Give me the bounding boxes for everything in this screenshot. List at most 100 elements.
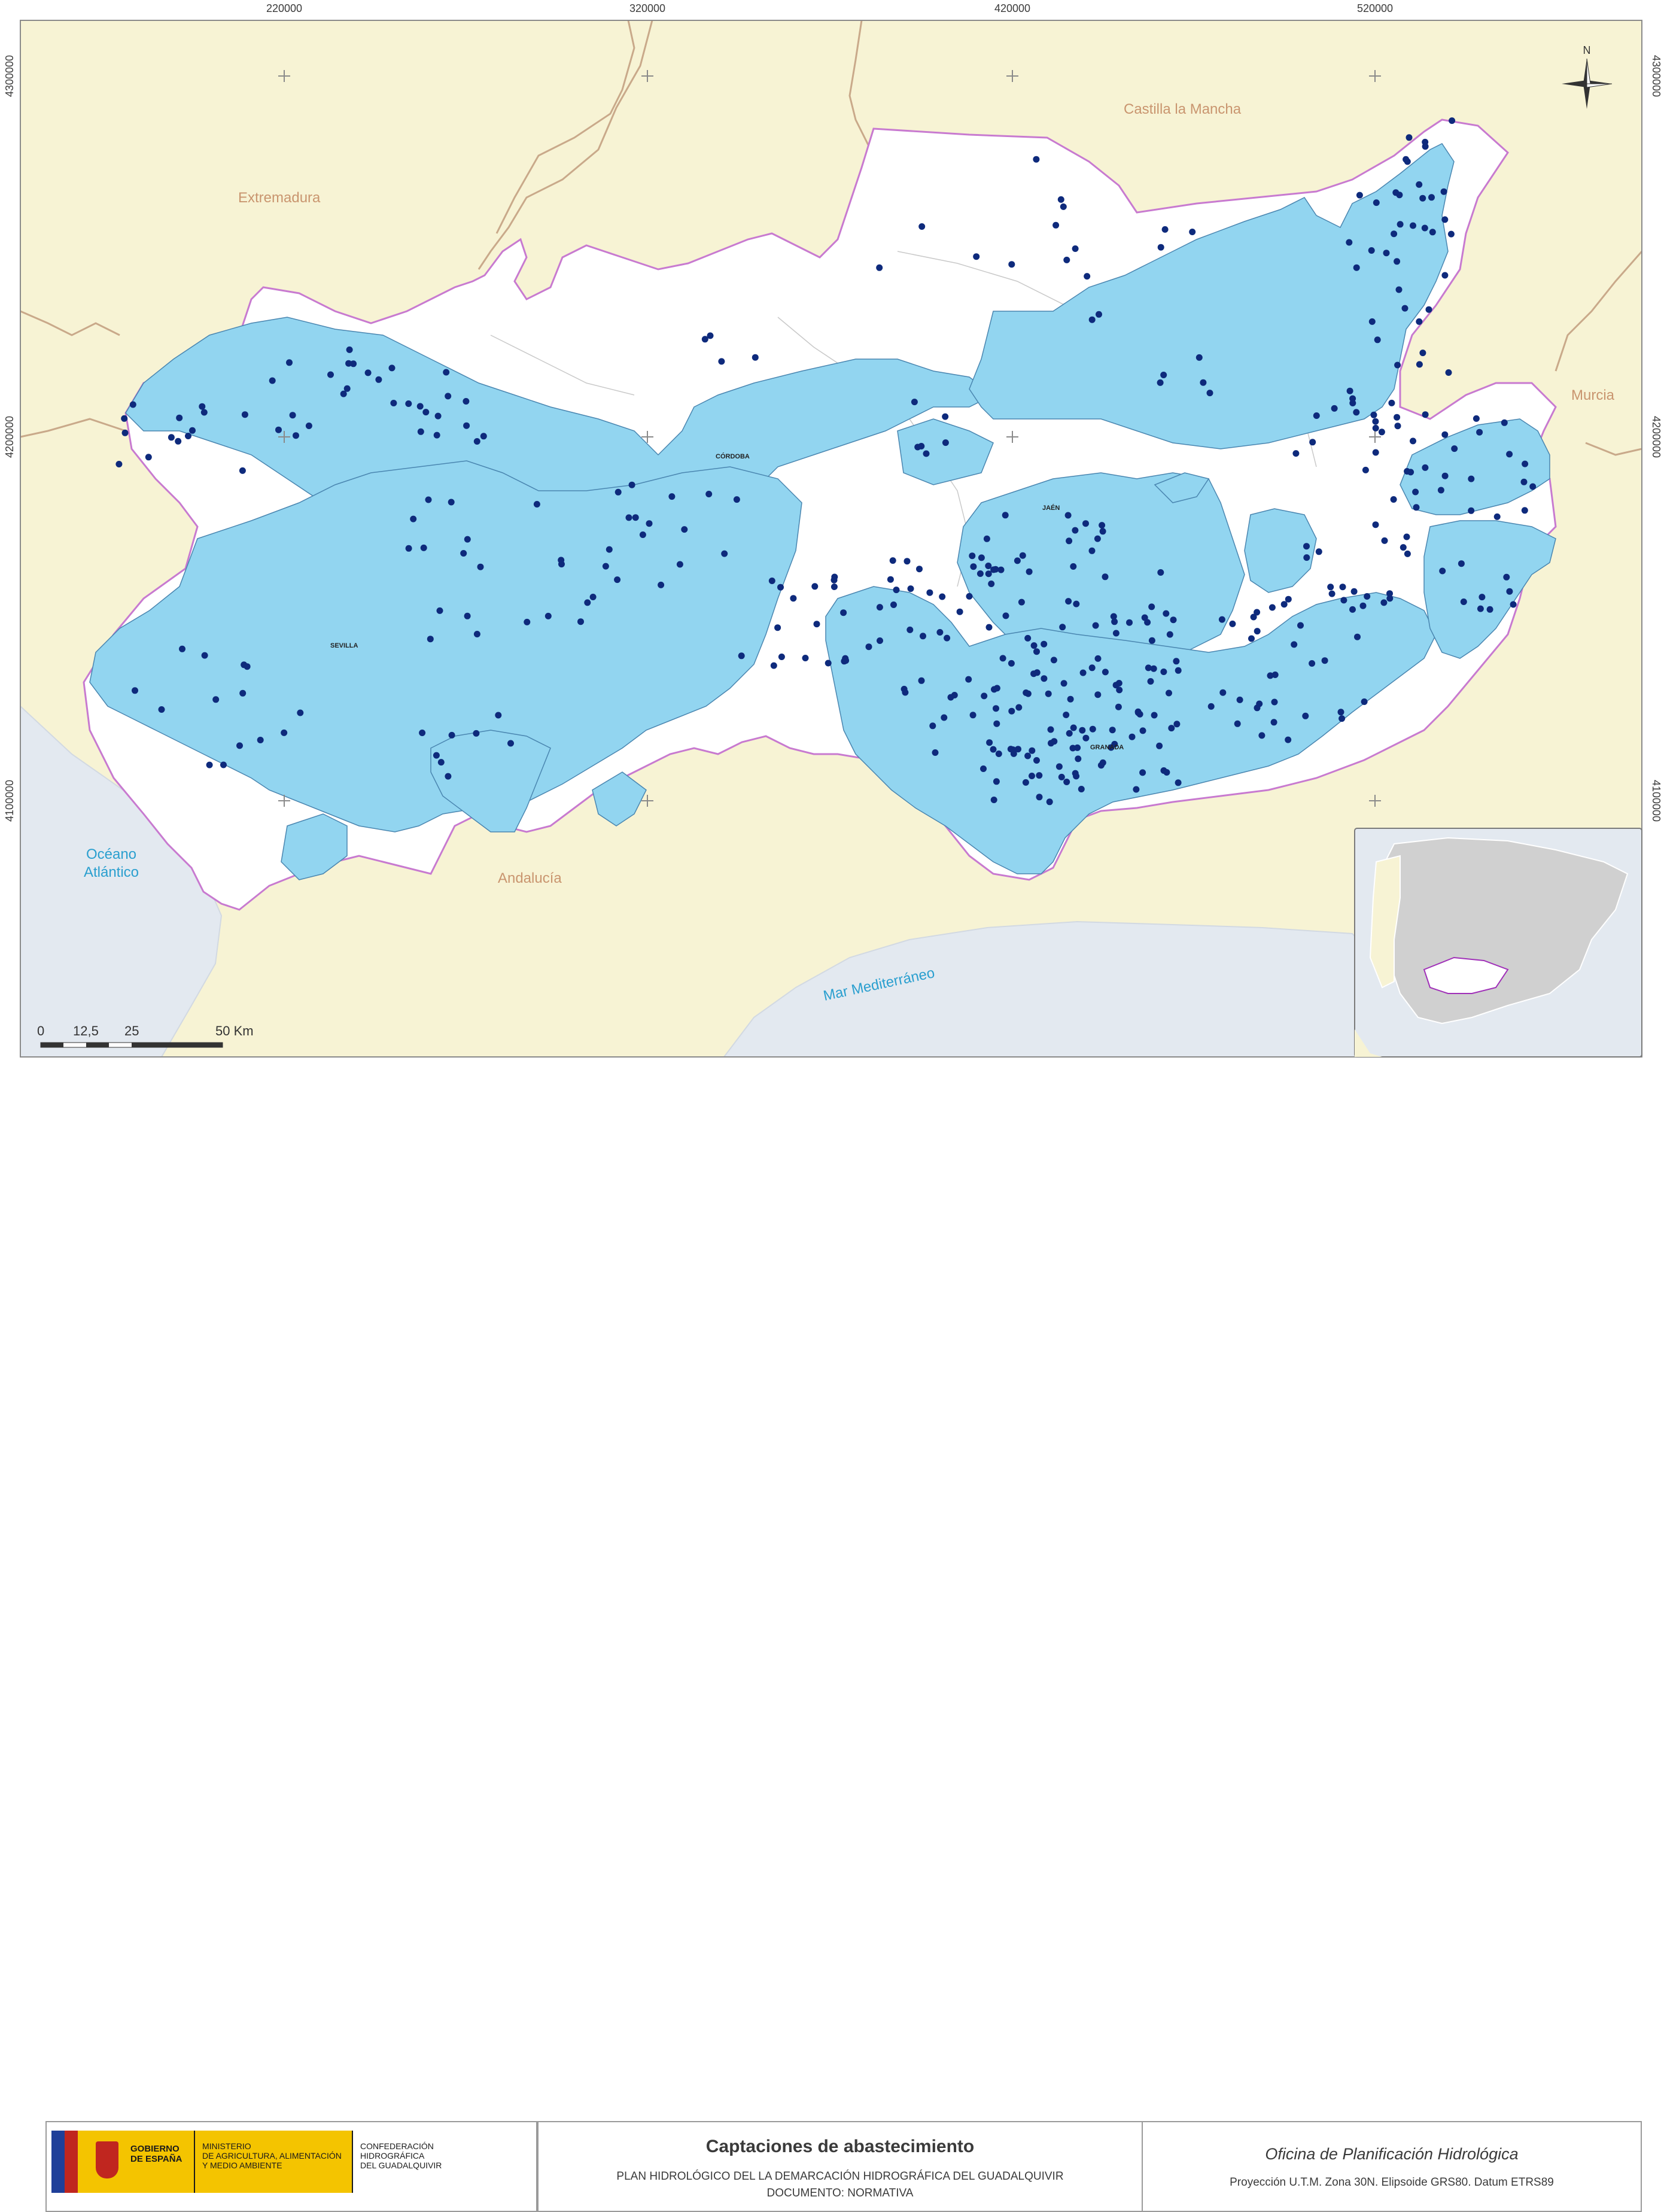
abastecimiento-point-icon (463, 422, 470, 429)
abastecimiento-point-icon (1008, 261, 1015, 268)
abastecimiento-point-icon (121, 429, 129, 436)
abastecimiento-point-icon (1270, 719, 1277, 726)
gov-line-2: DE ESPAÑA (130, 2154, 182, 2164)
abastecimiento-point-icon (1302, 712, 1309, 719)
abastecimiento-point-icon (1147, 678, 1154, 685)
title-panel: GOBIERNO DE ESPAÑA MINISTERIO DE AGRICUL… (0, 1058, 1661, 2212)
abastecimiento-point-icon (1364, 593, 1371, 600)
abastecimiento-point-icon (777, 584, 784, 591)
abastecimiento-point-icon (718, 358, 725, 365)
abastecimiento-point-icon (1066, 730, 1073, 737)
abastecimiento-point-icon (1441, 216, 1449, 223)
abastecimiento-point-icon (427, 636, 434, 643)
abastecimiento-point-icon (589, 594, 597, 600)
abastecimiento-point-icon (1337, 709, 1344, 716)
abastecimiento-point-icon (533, 501, 540, 508)
abastecimiento-point-icon (625, 514, 632, 521)
abastecimiento-point-icon (1094, 691, 1102, 698)
map-subtitle-2: DOCUMENTO: NORMATIVA (766, 2187, 914, 2199)
abastecimiento-point-icon (646, 520, 653, 527)
abastecimiento-point-icon (1063, 712, 1070, 718)
abastecimiento-point-icon (1254, 628, 1261, 635)
abastecimiento-point-icon (1206, 390, 1213, 397)
abastecimiento-point-icon (175, 437, 182, 445)
abastecimiento-point-icon (327, 371, 334, 378)
abastecimiento-point-icon (1063, 779, 1070, 785)
abastecimiento-point-icon (1168, 725, 1175, 732)
abastecimiento-point-icon (1520, 478, 1528, 485)
eu-flag-stripe (51, 2131, 65, 2193)
abastecimiento-point-icon (990, 566, 997, 573)
abastecimiento-point-icon (1033, 669, 1041, 676)
abastecimiento-point-icon (923, 450, 930, 457)
abastecimiento-point-icon (364, 369, 372, 376)
abastecimiento-point-icon (1007, 746, 1014, 753)
grid-labels-left: 4300000 4200000 4100000 (4, 55, 16, 822)
abastecimiento-point-icon (495, 712, 502, 719)
conf-line-3: DEL GUADALQUIVIR (360, 2161, 442, 2170)
abastecimiento-point-icon (1451, 445, 1458, 452)
abastecimiento-point-icon (1163, 769, 1170, 776)
coat-of-arms-icon (86, 2131, 128, 2193)
gov-line-1: GOBIERNO (130, 2144, 180, 2154)
abastecimiento-point-icon (906, 626, 914, 633)
abastecimiento-point-icon (1458, 560, 1465, 567)
abastecimiento-point-icon (275, 426, 282, 433)
abastecimiento-point-icon (1258, 732, 1265, 739)
abastecimiento-point-icon (941, 714, 948, 721)
map-frame: 220000 320000 420000 520000 4300000 4200… (4, 2, 1661, 1058)
abastecimiento-point-icon (1356, 192, 1363, 199)
abastecimiento-point-icon (876, 604, 883, 611)
grid-label-x-520000: 520000 (1357, 2, 1393, 14)
abastecimiento-point-icon (1050, 657, 1057, 664)
abastecimiento-point-icon (1370, 411, 1377, 418)
abastecimiento-point-icon (158, 706, 165, 713)
abastecimiento-point-icon (1002, 512, 1009, 519)
abastecimiento-point-icon (1510, 601, 1517, 608)
abastecimiento-point-icon (289, 412, 296, 419)
abastecimiento-point-icon (1292, 450, 1300, 457)
office-box: Oficina de Planificación Hidrológica Pro… (1142, 2121, 1642, 2212)
abastecimiento-point-icon (346, 346, 353, 353)
abastecimiento-point-icon (1033, 757, 1040, 764)
abastecimiento-point-icon (1407, 469, 1414, 476)
abastecimiento-point-icon (942, 413, 949, 420)
abastecimiento-point-icon (1057, 196, 1064, 203)
abastecimiento-point-icon (1079, 669, 1087, 676)
abastecimiento-point-icon (305, 423, 312, 429)
abastecimiento-point-icon (1447, 230, 1455, 238)
abastecimiento-point-icon (460, 550, 467, 557)
abastecimiento-point-icon (1291, 641, 1298, 648)
abastecimiento-point-icon (1361, 698, 1368, 705)
abastecimiento-point-icon (1078, 786, 1085, 792)
abastecimiento-point-icon (1486, 606, 1493, 613)
abastecimiento-point-icon (1047, 726, 1054, 733)
abastecimiento-point-icon (480, 433, 487, 440)
abastecimiento-point-icon (1094, 655, 1102, 662)
abastecimiento-point-icon (1406, 134, 1413, 141)
abastecimiento-point-icon (1354, 633, 1361, 640)
abastecimiento-point-icon (1088, 547, 1096, 554)
abastecimiento-point-icon (1410, 222, 1416, 229)
abastecimiento-point-icon (1089, 725, 1096, 733)
abastecimiento-point-icon (1394, 414, 1401, 421)
abastecimiento-point-icon (986, 739, 993, 746)
abastecimiento-point-icon (956, 608, 963, 615)
conf-line-1: CONFEDERACIÓN (360, 2141, 434, 2151)
abastecimiento-point-icon (1148, 637, 1155, 644)
abastecimiento-point-icon (614, 576, 621, 584)
abastecimiento-point-icon (1503, 573, 1510, 581)
abastecimiento-point-icon (907, 585, 914, 592)
abastecimiento-point-icon (236, 742, 243, 749)
abastecimiento-point-icon (1297, 622, 1304, 629)
city-label-cordoba: CÓRDOBA (716, 452, 750, 460)
abastecimiento-point-icon (1372, 449, 1379, 456)
abastecimiento-point-icon (1439, 567, 1446, 575)
abastecimiento-point-icon (1029, 747, 1036, 754)
abastecimiento-point-icon (1218, 616, 1225, 623)
sea-label-atlantic-line-2: Atlántico (84, 864, 139, 880)
abastecimiento-point-icon (473, 631, 480, 637)
abastecimiento-point-icon (1079, 727, 1086, 734)
abastecimiento-point-icon (1166, 631, 1173, 638)
abastecimiento-point-icon (1139, 727, 1146, 734)
